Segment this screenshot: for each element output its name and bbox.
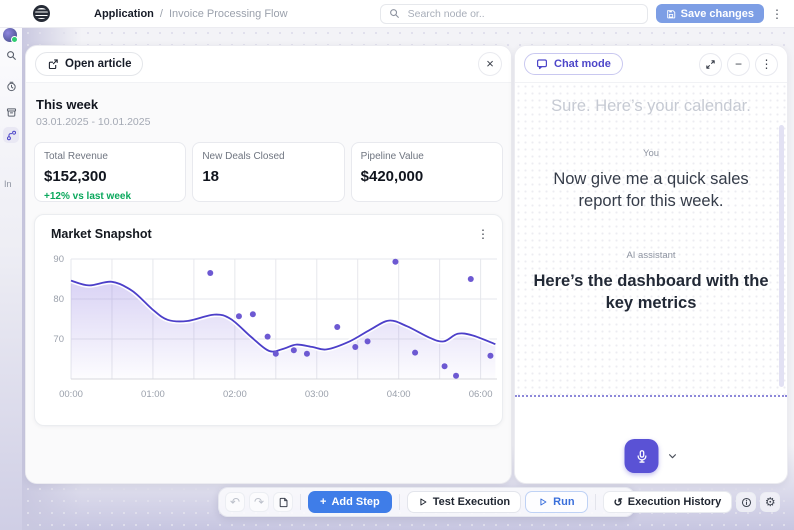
- play-icon: [538, 497, 548, 507]
- expand-icon[interactable]: [699, 52, 722, 76]
- week-title: This week: [36, 97, 99, 112]
- topbar-menu-icon[interactable]: ⋮: [770, 7, 784, 21]
- chart-header: Market Snapshot ⋮: [41, 225, 498, 241]
- metric-value: $152,300: [44, 168, 107, 185]
- chat-icon: [536, 58, 548, 70]
- breadcrumb: Application / Invoice Processing Flow: [94, 8, 288, 20]
- svg-text:00:00: 00:00: [59, 389, 83, 400]
- breadcrumb-page: Invoice Processing Flow: [168, 7, 288, 20]
- svg-text:01:00: 01:00: [141, 389, 165, 400]
- toolbar-divider: [300, 494, 301, 510]
- sidebar-partial-label[interactable]: In: [4, 179, 12, 189]
- svg-text:06:00: 06:00: [469, 389, 493, 400]
- sidebar-flow-icon[interactable]: [3, 127, 19, 143]
- metric-card-new-deals: New Deals Closed 18: [192, 142, 345, 202]
- breadcrumb-separator: /: [159, 7, 163, 20]
- chat-role-ai: AI assistant: [626, 250, 676, 262]
- search-icon: [389, 8, 400, 19]
- save-changes-button[interactable]: Save changes: [655, 4, 764, 23]
- market-snapshot-card: Market Snapshot ⋮ 90 80 70 00:00 01:00 02:00 0…: [34, 214, 503, 426]
- chat-menu-icon[interactable]: ⋮: [755, 52, 778, 76]
- play-icon: [418, 497, 428, 507]
- chat-window-controls: − ⋮: [699, 52, 778, 76]
- sidebar-archive-box-icon[interactable]: [3, 104, 19, 120]
- node-search[interactable]: [379, 3, 648, 24]
- test-execution-label: Test Execution: [432, 496, 511, 508]
- svg-text:90: 90: [53, 254, 64, 265]
- metric-card-pipeline-value: Pipeline Value $420,000: [350, 142, 503, 202]
- history-icon: ↺: [613, 496, 623, 509]
- dashboard-panel-body: This week 03.01.2025 - 10.01.2025 Total …: [26, 83, 511, 483]
- info-icon[interactable]: [736, 492, 757, 512]
- left-sidebar: In: [0, 27, 22, 530]
- chat-footer: [515, 395, 787, 483]
- open-article-button[interactable]: Open article: [35, 52, 144, 76]
- user-avatar[interactable]: [3, 28, 18, 43]
- chat-role-you: You: [642, 147, 660, 159]
- online-status-dot: [11, 36, 18, 43]
- chat-message-previous: Sure. Here’s your calendar.: [551, 97, 751, 115]
- open-article-label: Open article: [65, 58, 132, 70]
- redo-icon[interactable]: ↷: [249, 492, 269, 512]
- metric-cards: Total Revenue $152,300 +12% vs last week…: [34, 142, 503, 202]
- execution-history-label: Execution History: [627, 496, 722, 508]
- chat-mode-badge[interactable]: Chat mode: [524, 53, 623, 75]
- add-step-button[interactable]: + Add Step: [308, 491, 392, 513]
- app-window: Application / Invoice Processing Flow Sa…: [0, 0, 794, 530]
- dashboard-panel-header: Open article ×: [26, 46, 511, 83]
- metric-label: New Deals Closed: [202, 151, 285, 162]
- minimize-icon[interactable]: −: [727, 52, 750, 76]
- metric-card-total-revenue: Total Revenue $152,300 +12% vs last week: [34, 142, 187, 202]
- chat-messages: Sure. Here’s your calendar. You Now give…: [515, 83, 787, 395]
- chevron-down-icon[interactable]: [668, 451, 678, 461]
- metric-value: 18: [202, 168, 220, 185]
- dashboard-panel: Open article × This week 03.01.2025 - 10…: [25, 45, 512, 484]
- svg-text:02:00: 02:00: [223, 389, 247, 400]
- chart-plot-area: 90 80 70 00:00 01:00 02:00 03:00 04:00 06:00: [41, 245, 498, 410]
- svg-text:80: 80: [53, 294, 64, 305]
- chat-message-ai: Here’s the dashboard with the key metric…: [533, 272, 769, 313]
- gear-icon[interactable]: ⚙: [760, 492, 781, 512]
- metric-label: Pipeline Value: [360, 151, 424, 162]
- run-label: Run: [553, 496, 575, 508]
- close-icon[interactable]: ×: [478, 52, 502, 76]
- add-step-label: Add Step: [331, 496, 380, 508]
- external-link-icon: [47, 58, 59, 70]
- sidebar-history-clock-icon[interactable]: [3, 78, 19, 94]
- svg-text:70: 70: [53, 334, 64, 345]
- test-execution-button[interactable]: Test Execution: [406, 491, 522, 513]
- svg-text:03:00: 03:00: [305, 389, 329, 400]
- breadcrumb-app[interactable]: Application: [94, 8, 154, 20]
- app-logo[interactable]: [33, 5, 50, 22]
- top-bar: Application / Invoice Processing Flow Sa…: [0, 0, 794, 28]
- toolbar-divider: [398, 494, 400, 510]
- market-snapshot-chart: 90 80 70 00:00 01:00 02:00 03:00 04:00 06:00: [53, 254, 497, 400]
- metric-label: Total Revenue: [44, 151, 108, 162]
- toolbar-divider: [594, 494, 596, 510]
- document-icon[interactable]: [273, 492, 293, 512]
- search-input[interactable]: [405, 6, 639, 21]
- execution-history-button[interactable]: ↺ Execution History: [602, 491, 733, 513]
- plus-icon: +: [320, 496, 327, 508]
- metric-delta: +12% vs last week: [44, 191, 132, 202]
- save-icon: [666, 9, 676, 19]
- metric-value: $420,000: [360, 168, 424, 185]
- bottom-toolbar: ↶ ↷ + Add Step Test Execution Run ↺ Exec…: [218, 487, 781, 517]
- microphone-button[interactable]: [624, 439, 659, 473]
- chart-menu-icon[interactable]: ⋮: [476, 227, 490, 241]
- chat-panel: Chat mode − ⋮ Sure. Here’s your calendar…: [514, 45, 788, 484]
- run-button[interactable]: Run: [525, 491, 588, 513]
- microphone-icon: [634, 449, 649, 464]
- chat-scrollbar[interactable]: [779, 125, 784, 387]
- save-changes-label: Save changes: [680, 7, 754, 20]
- chart-title: Market Snapshot: [51, 227, 152, 241]
- undo-icon[interactable]: ↶: [225, 492, 245, 512]
- chat-message-user: Now give me a quick sales report for thi…: [553, 169, 749, 210]
- svg-text:04:00: 04:00: [387, 389, 411, 400]
- chat-mode-label: Chat mode: [554, 58, 611, 70]
- sidebar-search-icon[interactable]: [3, 47, 19, 63]
- chat-panel-header: Chat mode − ⋮: [515, 46, 787, 83]
- week-range: 03.01.2025 - 10.01.2025: [36, 116, 151, 128]
